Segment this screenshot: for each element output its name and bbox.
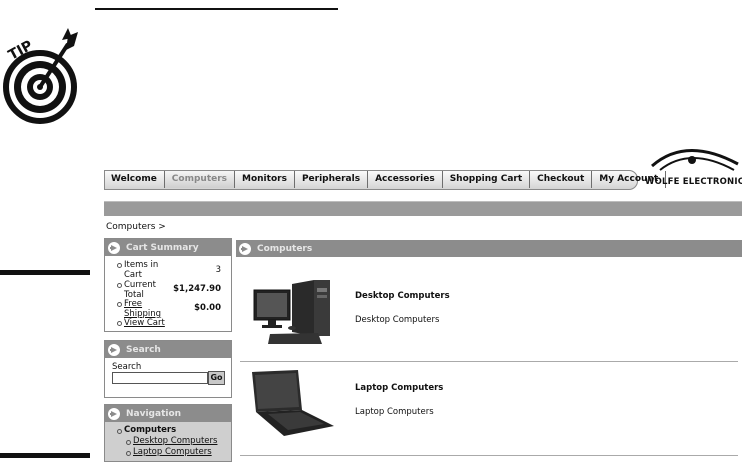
current-total-label: Current Total (124, 280, 156, 300)
brand-name: WOLFE ELECTRONICS (645, 177, 742, 187)
bullet-icon (117, 429, 122, 434)
bullet-icon (126, 451, 131, 456)
arrow-right-icon (108, 343, 120, 356)
tab-checkout[interactable]: Checkout (530, 171, 593, 188)
main-nav-tabs: Welcome Computers Monitors Peripherals A… (104, 171, 667, 188)
navigation-header: Navigation (105, 405, 231, 422)
bullet-icon (126, 440, 131, 445)
laptop-computers-desc: Laptop Computers (355, 407, 434, 417)
bullet-icon (117, 263, 122, 268)
product-divider (240, 455, 738, 456)
header-band (104, 201, 742, 216)
margin-rule (0, 453, 90, 458)
computers-section-header: Computers (236, 240, 742, 257)
free-shipping-link[interactable]: Free Shipping (124, 299, 166, 319)
search-header: Search (105, 341, 231, 358)
cart-summary-header: Cart Summary (105, 239, 231, 256)
navigation-title: Navigation (126, 408, 182, 419)
arrow-right-icon (108, 241, 120, 254)
search-label: Search (112, 362, 142, 372)
view-cart-link[interactable]: View Cart (124, 318, 165, 328)
tab-monitors[interactable]: Monitors (235, 171, 295, 188)
arrow-right-icon (108, 407, 120, 420)
margin-rule (0, 270, 90, 275)
bullet-icon (117, 321, 122, 326)
tab-computers[interactable]: Computers (164, 171, 236, 188)
desktop-computers-title[interactable]: Desktop Computers (355, 291, 450, 301)
bullet-icon (117, 302, 122, 307)
tab-peripherals[interactable]: Peripherals (295, 171, 369, 188)
product-divider (240, 361, 738, 362)
shipping-value: $0.00 (194, 303, 221, 313)
items-in-cart-value: 3 (215, 265, 221, 275)
nav-item-desktop-computers[interactable]: Desktop Computers (133, 436, 217, 446)
nav-item-computers[interactable]: Computers (124, 425, 176, 435)
computers-section-title: Computers (257, 243, 313, 254)
search-go-button[interactable]: Go (208, 371, 225, 385)
search-panel: Search Search Go (104, 340, 232, 398)
cart-summary-panel: Cart Summary Items in Cart 3 Current Tot… (104, 238, 232, 332)
search-input[interactable] (112, 372, 208, 384)
tip-target-icon: TIP (2, 14, 88, 124)
current-total-value: $1,247.90 (173, 284, 221, 294)
arrow-right-icon (239, 242, 251, 255)
cart-summary-title: Cart Summary (126, 242, 199, 253)
breadcrumb[interactable]: Computers > (106, 222, 166, 232)
top-rule (95, 8, 338, 10)
items-in-cart-label: Items in Cart (124, 260, 159, 280)
search-title: Search (126, 344, 161, 355)
tab-accessories[interactable]: Accessories (368, 171, 443, 188)
desktop-computers-desc: Desktop Computers (355, 315, 440, 325)
nav-item-laptop-computers[interactable]: Laptop Computers (133, 447, 212, 457)
laptop-computer-image[interactable] (246, 368, 338, 438)
tab-shopping-cart[interactable]: Shopping Cart (443, 171, 531, 188)
bullet-icon (117, 283, 122, 288)
desktop-computer-image[interactable] (252, 278, 336, 348)
navigation-panel: Navigation Computers Desktop Computers L… (104, 404, 232, 462)
laptop-computers-title[interactable]: Laptop Computers (355, 383, 443, 393)
tab-welcome[interactable]: Welcome (104, 171, 165, 188)
